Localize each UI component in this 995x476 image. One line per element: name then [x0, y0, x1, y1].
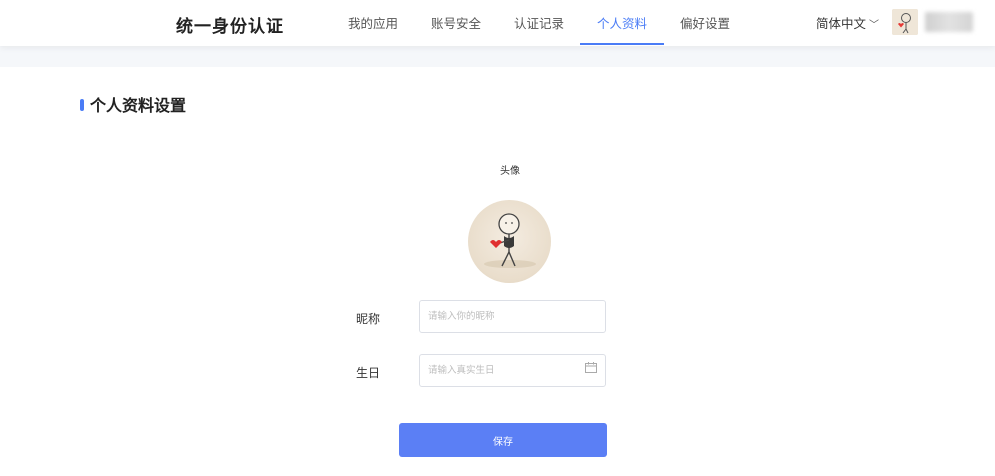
- nav-item-account-security[interactable]: 账号安全: [431, 13, 481, 32]
- nav-item-auth-records[interactable]: 认证记录: [514, 13, 564, 32]
- nav-item-profile[interactable]: 个人资料: [597, 13, 647, 32]
- language-selector[interactable]: 简体中文 ﹀: [816, 13, 879, 32]
- nav-item-my-apps[interactable]: 我的应用: [348, 13, 398, 32]
- language-label: 简体中文: [816, 16, 867, 31]
- active-nav-underline: [580, 43, 664, 45]
- birthday-input[interactable]: [419, 354, 606, 387]
- header-band: [0, 46, 995, 67]
- user-avatar[interactable]: [892, 9, 918, 35]
- user-avatar-image: [892, 9, 918, 35]
- section-title: 个人资料设置: [80, 92, 186, 116]
- profile-avatar-image: [484, 213, 536, 268]
- nickname-input[interactable]: [419, 300, 606, 333]
- nav-item-preferences[interactable]: 偏好设置: [680, 13, 730, 32]
- top-navbar: 统一身份认证 我的应用 账号安全 认证记录 个人资料 偏好设置 简体中文 ﹀: [0, 0, 995, 46]
- profile-avatar[interactable]: [468, 200, 551, 283]
- title-accent-bar: [80, 99, 84, 111]
- username-redacted: [925, 12, 973, 32]
- chevron-down-icon: ﹀: [869, 20, 880, 31]
- nickname-label: 昵称: [356, 312, 381, 326]
- birthday-label: 生日: [356, 366, 381, 380]
- save-button[interactable]: 保存: [399, 423, 607, 457]
- section-title-text: 个人资料设置: [90, 96, 187, 115]
- calendar-icon[interactable]: [585, 362, 597, 373]
- brand-title: 统一身份认证: [176, 17, 284, 37]
- avatar-label: 头像: [500, 166, 520, 177]
